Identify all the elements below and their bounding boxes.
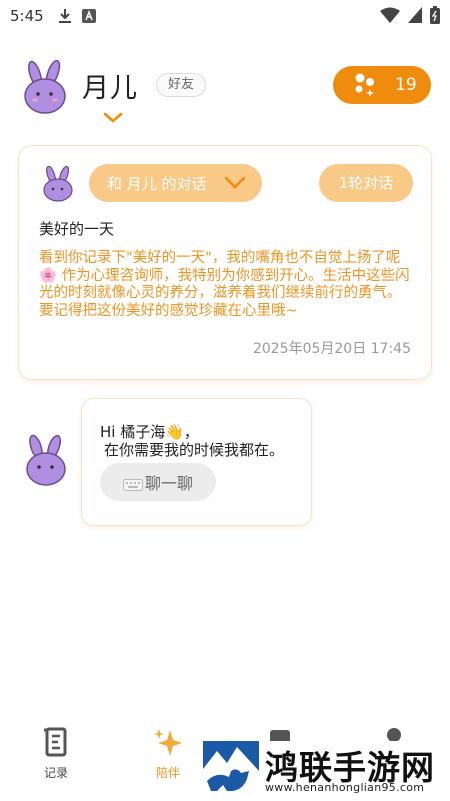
points-value: 19	[395, 75, 417, 95]
ai-reply-text: 看到你记录下"美好的一天"，我的嘴角也不自觉上扬了呢 🌸 作为心理咨询师，我特别…	[39, 250, 410, 319]
conversation-label: 和 月儿 的对话	[107, 174, 207, 193]
character-avatar-chat	[22, 434, 70, 486]
nav-label-companion: 陪伴	[155, 766, 180, 780]
watermark-logo	[203, 741, 259, 797]
character-name: 月儿	[82, 73, 138, 104]
chat-button[interactable]: 聊一聊	[100, 463, 216, 501]
character-avatar[interactable]	[20, 59, 70, 114]
rounds-badge[interactable]: 1轮对话	[319, 164, 413, 202]
greeting-card: Hi 橘子海👋， 在你需要我的时候我都在。 聊一聊	[81, 398, 312, 526]
diary-timestamp: 2025年05月20日 17:45	[252, 341, 411, 357]
diary-card[interactable]: 和 月儿 的对话 1轮对话 美好的一天 看到你记录下"美好的一天"，我的嘴角也不…	[18, 145, 432, 380]
status-time: 5:45	[10, 7, 44, 25]
chat-button-label: 聊一聊	[144, 474, 193, 493]
battery-icon	[430, 6, 440, 28]
relationship-badge: 好友	[156, 73, 207, 97]
watermark-url: www.henanhonglian95.com	[265, 781, 425, 794]
character-avatar-small	[40, 165, 76, 202]
signal-icon	[408, 7, 422, 27]
keyboard-icon	[122, 476, 143, 491]
greeting-line-2: 在你需要我的时候我都在。	[104, 441, 285, 459]
watermark-overlay: 鸿联手游网 www.henanhonglian95.com	[201, 741, 450, 801]
sparkle-icon	[152, 726, 184, 760]
journal-icon	[40, 726, 72, 760]
sparkle-coins-icon	[351, 70, 377, 100]
nav-item-companion[interactable]: 陪伴	[133, 722, 203, 792]
status-bar: 5:45	[0, 0, 450, 32]
download-icon	[58, 8, 72, 24]
wifi-icon	[380, 7, 400, 27]
nav-item-records[interactable]: 记录	[21, 722, 91, 792]
points-button[interactable]: 19	[333, 66, 431, 104]
character-header: 月儿 好友 19	[0, 58, 450, 123]
nav-label-records: 记录	[43, 766, 68, 780]
diary-entry-title: 美好的一天	[39, 220, 115, 238]
chevron-down-icon	[224, 176, 246, 190]
conversation-selector[interactable]: 和 月儿 的对话	[89, 164, 262, 202]
font-icon	[81, 9, 96, 23]
chevron-down-icon[interactable]	[103, 109, 123, 123]
